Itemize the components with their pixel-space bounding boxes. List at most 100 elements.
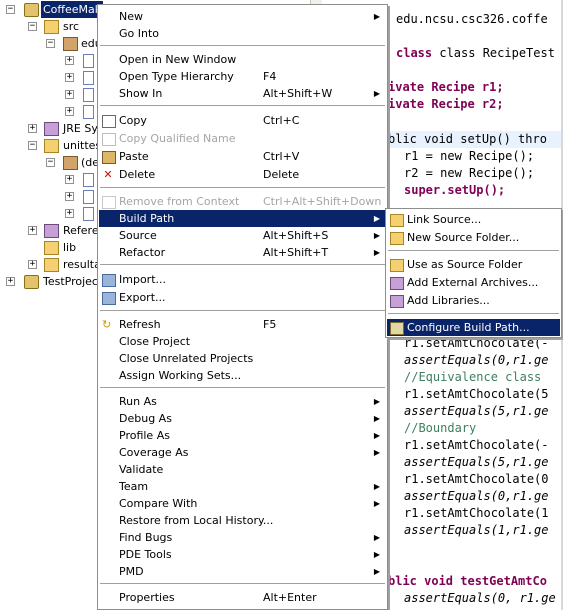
menu-item-open-type-hierarchy[interactable]: Open Type Hierarchy F4	[99, 68, 386, 85]
expand-icon[interactable]: +	[65, 107, 74, 116]
tree-item-java-file[interactable]: +	[0, 103, 100, 120]
submenu-arrow-icon: ▶	[373, 533, 380, 542]
expand-icon[interactable]: +	[65, 192, 74, 201]
menu-item-pde-tools[interactable]: PDE Tools ▶	[99, 546, 386, 563]
submenu-arrow-icon: ▶	[373, 248, 380, 257]
expand-icon[interactable]: +	[65, 56, 74, 65]
menu-item-source[interactable]: Source Alt+Shift+S ▶	[99, 227, 386, 244]
submenu-arrow-icon: ▶	[373, 89, 380, 98]
collapse-icon[interactable]: −	[6, 5, 15, 14]
tree-item-testproject[interactable]: + TestProject	[0, 273, 102, 290]
menu-item-open-new-window[interactable]: Open in New Window	[99, 51, 386, 68]
collapse-icon[interactable]: −	[28, 22, 37, 31]
code-comment: //Boundary	[404, 421, 477, 435]
tree-item-unittests[interactable]: − unittest	[0, 137, 105, 154]
menu-item-compare-with[interactable]: Compare With ▶	[99, 495, 386, 512]
tree-item-default-package[interactable]: − (de	[0, 154, 100, 171]
menu-item-delete[interactable]: ✕ Delete Delete	[99, 166, 386, 183]
code-line: r2 = new Recipe();	[404, 166, 535, 180]
menu-item-export[interactable]: Export...	[99, 289, 386, 306]
code-line: r1.setAmtChocolate(-	[404, 438, 549, 452]
menu-item-refactor[interactable]: Refactor Alt+Shift+T ▶	[99, 244, 386, 261]
menu-item-new-source-folder[interactable]: New Source Folder...	[387, 229, 560, 246]
submenu-arrow-icon: ▶	[373, 499, 380, 508]
menu-item-assign-working-sets[interactable]: Assign Working Sets...	[99, 367, 386, 384]
collapse-icon[interactable]: −	[28, 141, 37, 150]
java-file-icon	[83, 190, 94, 204]
new-source-folder-icon	[390, 232, 404, 245]
code-line: assertEquals(5,r1.ge	[404, 404, 549, 418]
code-line: edu.ncsu.csc326.coffe	[396, 12, 548, 26]
build-path-submenu: Link Source... New Source Folder... Use …	[385, 208, 562, 338]
tree-item-java-file[interactable]: +	[0, 171, 100, 188]
project-icon	[24, 275, 39, 289]
code-line: r1 = new Recipe();	[404, 149, 535, 163]
code-line: blic void testGetAmtCo	[388, 574, 547, 588]
menu-item-debug-as[interactable]: Debug As ▶	[99, 410, 386, 427]
expand-icon[interactable]: +	[28, 124, 37, 133]
menu-item-use-as-source-folder[interactable]: Use as Source Folder	[387, 256, 560, 273]
java-file-icon	[83, 173, 94, 187]
tree-item-java-file[interactable]: +	[0, 52, 100, 69]
expand-icon[interactable]: +	[6, 277, 15, 286]
tree-item-lib[interactable]: lib	[0, 239, 100, 256]
menu-item-find-bugs[interactable]: Find Bugs ▶	[99, 529, 386, 546]
source-folder-icon	[44, 139, 59, 153]
tree-item-package[interactable]: − edu	[0, 35, 102, 52]
menu-item-coverage-as[interactable]: Coverage As ▶	[99, 444, 386, 461]
menu-item-import[interactable]: Import...	[99, 271, 386, 288]
library-icon	[44, 224, 59, 238]
java-file-icon	[83, 207, 94, 221]
expand-icon[interactable]: +	[28, 226, 37, 235]
library-icon	[44, 122, 59, 136]
tree-item-jre-system[interactable]: + JRE Sys	[0, 120, 104, 137]
menu-item-paste[interactable]: Paste Ctrl+V	[99, 148, 386, 165]
expand-icon[interactable]: +	[65, 73, 74, 82]
collapse-icon[interactable]: −	[46, 39, 55, 48]
menu-item-validate[interactable]: Validate	[99, 461, 386, 478]
menu-item-copy[interactable]: Copy Ctrl+C	[99, 112, 386, 129]
delete-icon: ✕	[103, 168, 113, 181]
menu-item-close-project[interactable]: Close Project	[99, 333, 386, 350]
copy-icon	[102, 115, 116, 128]
menu-item-configure-build-path[interactable]: Configure Build Path...	[387, 319, 560, 336]
tree-item-java-file[interactable]: +	[0, 205, 100, 222]
remove-context-icon	[102, 196, 116, 209]
menu-item-team[interactable]: Team ▶	[99, 478, 386, 495]
code-line: assertEquals(5,r1.ge	[404, 455, 549, 469]
menu-item-add-libraries[interactable]: Add Libraries...	[387, 292, 560, 309]
tree-item-referenced-libraries[interactable]: + Referen	[0, 222, 106, 239]
tree-item-java-file[interactable]: +	[0, 188, 100, 205]
menu-item-properties[interactable]: Properties Alt+Enter	[99, 589, 386, 606]
code-line: r1.setAmtChocolate(1	[404, 506, 549, 520]
menu-separator	[100, 45, 385, 46]
tree-item-resultas[interactable]: + resultas	[0, 256, 107, 273]
collapse-icon[interactable]: −	[46, 158, 55, 167]
submenu-arrow-icon: ▶	[373, 214, 380, 223]
menu-item-run-as[interactable]: Run As ▶	[99, 393, 386, 410]
menu-item-close-unrelated-projects[interactable]: Close Unrelated Projects	[99, 350, 386, 367]
menu-item-go-into[interactable]: Go Into	[99, 25, 386, 42]
code-line: super.setUp();	[404, 183, 506, 197]
expand-icon[interactable]: +	[65, 175, 74, 184]
tree-item-src[interactable]: − src	[0, 18, 100, 35]
tree-item-java-file[interactable]: +	[0, 86, 100, 103]
code-line: ivate Recipe r1;	[388, 80, 504, 94]
menu-item-new[interactable]: New ▶	[99, 8, 386, 25]
project-icon	[24, 3, 39, 17]
java-file-icon	[83, 105, 94, 119]
menu-item-link-source[interactable]: Link Source...	[387, 211, 560, 228]
menu-item-refresh[interactable]: ↻ Refresh F5	[99, 316, 386, 333]
expand-icon[interactable]: +	[65, 90, 74, 99]
menu-item-add-external-archives[interactable]: Add External Archives...	[387, 274, 560, 291]
menu-item-pmd[interactable]: PMD ▶	[99, 563, 386, 580]
package-icon	[63, 156, 78, 170]
menu-separator	[388, 313, 559, 314]
menu-item-restore-local-history[interactable]: Restore from Local History...	[99, 512, 386, 529]
tree-item-java-file[interactable]: +	[0, 69, 100, 86]
expand-icon[interactable]: +	[28, 260, 37, 269]
menu-item-show-in[interactable]: Show In Alt+Shift+W ▶	[99, 85, 386, 102]
menu-item-profile-as[interactable]: Profile As ▶	[99, 427, 386, 444]
menu-item-build-path[interactable]: Build Path ▶	[99, 210, 386, 227]
expand-icon[interactable]: +	[65, 209, 74, 218]
